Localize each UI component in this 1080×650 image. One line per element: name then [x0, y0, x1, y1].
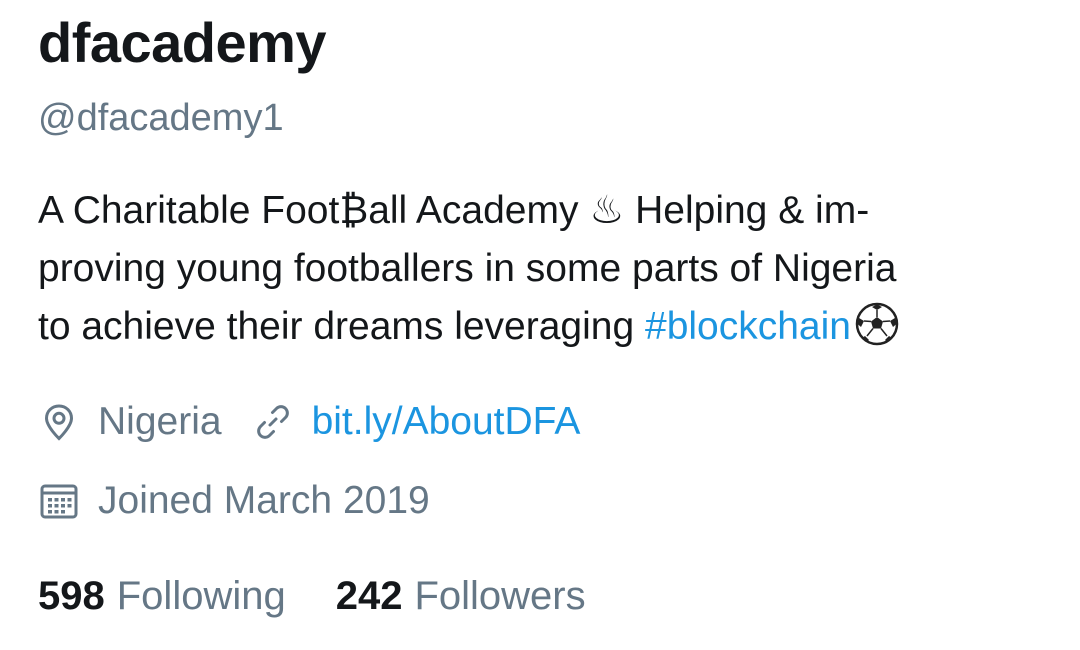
bio-line-2: proving young footballers in some parts …	[38, 247, 897, 290]
bio-line-1: A Charitable Foot₿all Academy ♨ Helping …	[38, 189, 870, 232]
profile-meta-location-row: Nigeria bit.ly/AboutDFA	[38, 397, 580, 447]
display-name: dfacademy	[38, 11, 327, 74]
followers-stat[interactable]: 242 Followers	[336, 570, 586, 622]
profile-joined-date: Joined March 2019	[98, 479, 430, 522]
profile-meta-joined-row: Joined March 2019	[38, 476, 430, 526]
profile-bio: A Charitable Foot₿all Academy ♨ Helping …	[38, 182, 1058, 356]
profile-location: Nigeria	[98, 400, 222, 443]
bio-line-3: to achieve their dreams leveraging #bloc…	[38, 298, 1058, 356]
following-stat[interactable]: 598 Following	[38, 570, 286, 622]
soccer-ball-icon	[855, 302, 899, 346]
bio-line-3-text: to achieve their dreams leveraging	[38, 305, 645, 348]
hashtag-link[interactable]: #blockchain	[645, 305, 851, 348]
website-link[interactable]: bit.ly/AboutDFA	[312, 397, 581, 447]
link-icon	[252, 401, 294, 443]
followers-label: Followers	[414, 574, 586, 618]
profile-stats: 598 Following 242 Followers	[38, 570, 586, 622]
following-label: Following	[116, 574, 286, 618]
following-count: 598	[38, 574, 105, 618]
profile-handle: @dfacademy1	[38, 97, 284, 139]
followers-count: 242	[335, 574, 403, 618]
profile-website[interactable]: bit.ly/AboutDFA	[252, 397, 581, 447]
location-pin-icon	[38, 401, 80, 443]
calendar-icon	[38, 480, 80, 522]
